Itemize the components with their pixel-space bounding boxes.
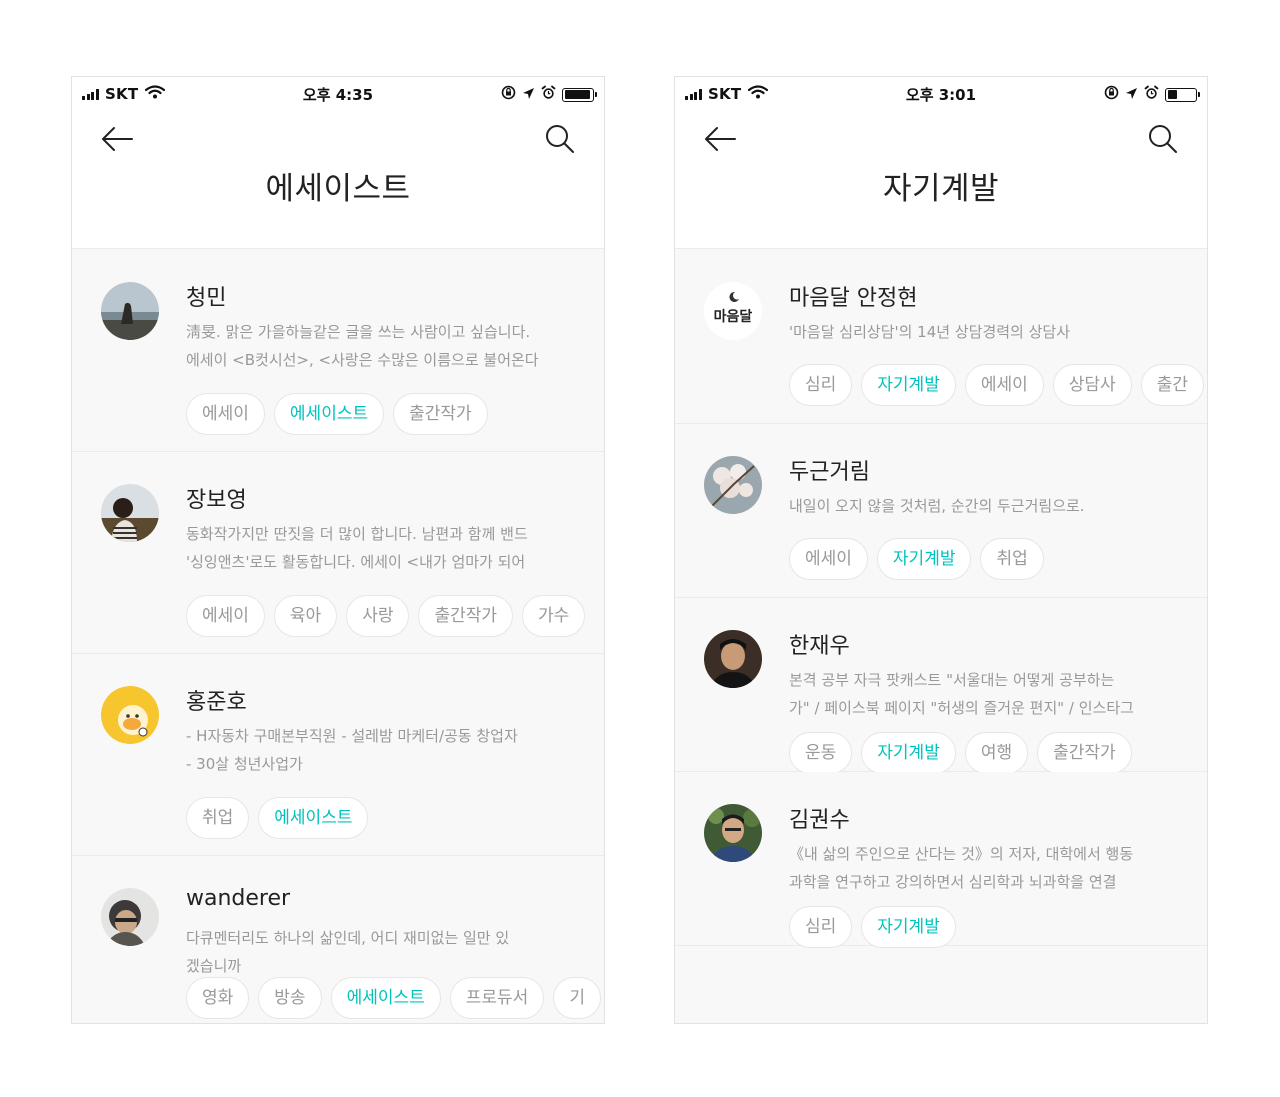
back-button[interactable]	[98, 123, 138, 155]
status-bar: SKT 오후 3:01	[675, 77, 1207, 111]
author-name: 한재우	[789, 634, 850, 659]
tag-list: 취업 에세이스트	[186, 797, 369, 839]
search-button[interactable]	[542, 121, 578, 157]
tag-chip[interactable]: 에세이스트	[273, 393, 385, 435]
arrow-left-icon	[102, 127, 133, 151]
header: SKT 오후 4:35 에세이스트	[72, 77, 604, 249]
tag-chip[interactable]: 자기계발	[861, 732, 956, 774]
tag-chip[interactable]: 자기계발	[861, 364, 956, 406]
tag-chip[interactable]: 출간작가	[393, 393, 488, 435]
tag-chip[interactable]: 에세이	[964, 364, 1044, 406]
author-description: - H자동차 구매본부직원 - 설레밤 마케터/공동 창업자 - 30살 청년사…	[186, 727, 518, 773]
author-card[interactable]: 마음달 마음달 안정현 '마음달 심리상담'의 14년 상담경력의 상담사 심리…	[675, 250, 1207, 424]
tag-list: 에세이 자기계발 취업	[789, 538, 1044, 580]
tag-chip[interactable]: 에세이	[789, 538, 868, 580]
tag-chip[interactable]: 여행	[964, 732, 1029, 774]
tag-chip[interactable]: 에세이	[186, 595, 265, 637]
tag-chip[interactable]: 출간작가	[418, 595, 514, 637]
location-icon	[522, 86, 535, 104]
tag-chip[interactable]: 상담사	[1052, 364, 1132, 406]
battery-icon	[562, 87, 597, 102]
header: SKT 오후 3:01 자기계발	[675, 77, 1207, 249]
location-icon	[1125, 86, 1138, 104]
avatar: 마음달	[704, 282, 762, 340]
avatar	[101, 282, 159, 340]
tag-chip[interactable]: 방송	[258, 977, 322, 1019]
tag-chip[interactable]: 출간	[1140, 364, 1204, 406]
page-title: 에세이스트	[265, 171, 411, 207]
search-icon	[1149, 125, 1177, 153]
avatar-logo-text: 마음달	[714, 309, 753, 325]
author-card[interactable]: 김권수 《내 삶의 주인으로 산다는 것》의 저자, 대학에서 행동 과학을 연…	[675, 772, 1207, 948]
tag-chip[interactable]: 취업	[980, 538, 1044, 580]
tag-chip[interactable]: 사랑	[346, 595, 410, 637]
avatar	[704, 804, 762, 862]
author-list: 청민 淸旻. 맑은 가을하늘같은 글을 쓰는 사람이고 싶습니다. 에세이 <B…	[72, 250, 604, 1023]
author-description: 동화작가지만 딴짓을 더 많이 합니다. 남편과 함께 밴드 '싱잉앤츠'로도 …	[186, 525, 528, 571]
tag-chip[interactable]: 심리	[789, 364, 853, 406]
avatar	[704, 456, 762, 514]
alarm-icon	[541, 85, 556, 104]
tag-chip[interactable]: 운동	[789, 732, 853, 774]
tag-list: 심리 자기계발 에세이 상담사 출간	[789, 364, 1204, 406]
tag-list: 심리 자기계발	[789, 906, 956, 948]
author-name: 마음달 안정현	[789, 286, 918, 311]
author-description: 다큐멘터리도 하나의 삶인데, 어디 재미없는 일만 있 겠습니까	[186, 929, 510, 975]
author-name: 두근거림	[789, 460, 870, 485]
author-name: 홍준호	[186, 690, 247, 715]
tag-chip[interactable]: 육아	[273, 595, 338, 637]
tag-chip[interactable]: 에세이	[186, 393, 265, 435]
tag-list: 영화 방송 에세이스트 프로듀서 기	[186, 977, 601, 1019]
tag-chip[interactable]: 출간작가	[1037, 732, 1132, 774]
avatar	[704, 630, 762, 688]
author-card[interactable]: wanderer 다큐멘터리도 하나의 삶인데, 어디 재미없는 일만 있 겠습…	[72, 856, 604, 1023]
author-description: 본격 공부 자극 팟캐스트 "서울대는 어떻게 공부하는 가" / 페이스북 페…	[789, 671, 1134, 717]
tag-chip[interactable]: 가수	[522, 595, 586, 637]
author-description: 《내 삶의 주인으로 산다는 것》의 저자, 대학에서 행동 과학을 연구하고 …	[789, 845, 1134, 891]
author-card[interactable]: 장보영 동화작가지만 딴짓을 더 많이 합니다. 남편과 함께 밴드 '싱잉앤츠…	[72, 452, 604, 654]
back-button[interactable]	[701, 123, 741, 155]
tag-chip[interactable]: 심리	[789, 906, 853, 948]
search-button[interactable]	[1145, 121, 1181, 157]
avatar	[101, 686, 159, 744]
left-screen: SKT 오후 4:35 에세이스트 청민 淸旻. 맑은 가을하늘같은 글을 쓰는…	[71, 76, 605, 1024]
avatar	[101, 484, 159, 542]
alarm-icon	[1144, 85, 1159, 104]
avatar	[101, 888, 159, 946]
author-name: wanderer	[186, 886, 291, 911]
author-card[interactable]: 두근거림 내일이 오지 않을 것처럼, 순간의 두근거림으로. 에세이 자기계발…	[675, 424, 1207, 598]
author-list: 마음달 마음달 안정현 '마음달 심리상담'의 14년 상담경력의 상담사 심리…	[675, 250, 1207, 948]
tag-chip[interactable]: 기	[553, 977, 601, 1019]
author-name: 장보영	[186, 488, 247, 513]
tag-chip[interactable]: 영화	[186, 977, 250, 1019]
tag-chip[interactable]: 자기계발	[876, 538, 972, 580]
right-screen: SKT 오후 3:01 자기계발 마음달 마음달 안정현 '마음달 심리상담'의…	[674, 76, 1208, 1024]
tag-chip[interactable]: 프로듀서	[449, 977, 545, 1019]
tag-chip[interactable]: 에세이스트	[330, 977, 441, 1019]
search-icon	[546, 125, 574, 153]
author-description: 淸旻. 맑은 가을하늘같은 글을 쓰는 사람이고 싶습니다. 에세이 <B컷시선…	[186, 323, 539, 369]
tag-chip[interactable]: 자기계발	[861, 906, 956, 948]
tag-chip[interactable]: 에세이스트	[258, 797, 369, 839]
arrow-left-icon	[705, 127, 736, 151]
rotation-lock-icon	[501, 85, 516, 104]
rotation-lock-icon	[1104, 85, 1119, 104]
author-description: '마음달 심리상담'의 14년 상담경력의 상담사	[789, 323, 1071, 341]
tag-chip[interactable]: 취업	[186, 797, 250, 839]
page-title: 자기계발	[882, 171, 1000, 207]
author-card[interactable]: 청민 淸旻. 맑은 가을하늘같은 글을 쓰는 사람이고 싶습니다. 에세이 <B…	[72, 250, 604, 452]
author-card[interactable]: 한재우 본격 공부 자극 팟캐스트 "서울대는 어떻게 공부하는 가" / 페이…	[675, 598, 1207, 774]
tag-list: 운동 자기계발 여행 출간작가	[789, 732, 1132, 774]
author-name: 김권수	[789, 808, 850, 833]
author-card[interactable]: 홍준호 - H자동차 구매본부직원 - 설레밤 마케터/공동 창업자 - 30살…	[72, 654, 604, 856]
author-description: 내일이 오지 않을 것처럼, 순간의 두근거림으로.	[789, 497, 1085, 515]
battery-icon	[1165, 87, 1200, 102]
status-bar: SKT 오후 4:35	[72, 77, 604, 111]
tag-list: 에세이 육아 사랑 출간작가 가수	[186, 595, 586, 637]
author-name: 청민	[186, 286, 227, 311]
tag-list: 에세이 에세이스트 출간작가	[186, 393, 488, 435]
